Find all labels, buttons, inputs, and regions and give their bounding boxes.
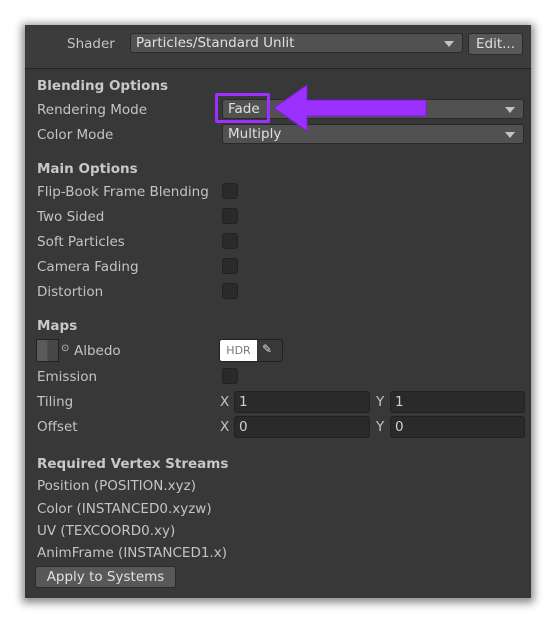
material-inspector: Shader Particles/Standard Unlit Edit... … — [25, 25, 531, 598]
edit-shader-button[interactable]: Edit... — [468, 33, 523, 55]
tiling-x-label: X — [220, 394, 230, 410]
apply-to-systems-button[interactable]: Apply to Systems — [35, 566, 176, 588]
albedo-color-field[interactable]: HDR ✎ — [219, 339, 283, 362]
offset-label: Offset — [37, 419, 78, 435]
shader-header: Shader Particles/Standard Unlit Edit... — [25, 25, 531, 69]
offset-y-label: Y — [376, 419, 385, 435]
camera-fading-checkbox[interactable] — [222, 258, 238, 274]
flip-book-checkbox[interactable] — [222, 183, 238, 199]
vertex-stream-item: Color (INSTANCED0.xyzw) — [37, 501, 212, 517]
color-mode-label: Color Mode — [37, 127, 114, 143]
offset-y-input[interactable]: 0 — [390, 416, 525, 438]
rendering-mode-label: Rendering Mode — [37, 102, 148, 118]
tiling-label: Tiling — [37, 394, 74, 410]
shader-value: Particles/Standard Unlit — [136, 35, 295, 51]
eyedropper-icon[interactable]: ✎ — [262, 342, 272, 356]
flip-book-label: Flip-Book Frame Blending — [37, 184, 209, 200]
soft-particles-checkbox[interactable] — [222, 233, 238, 249]
two-sided-label: Two Sided — [37, 209, 105, 225]
hdr-label: HDR — [220, 340, 257, 361]
distortion-checkbox[interactable] — [222, 283, 238, 299]
vertex-stream-item: Position (POSITION.xyz) — [37, 478, 197, 494]
shader-dropdown[interactable]: Particles/Standard Unlit — [130, 33, 463, 53]
vertex-stream-item: AnimFrame (INSTANCED1.x) — [37, 545, 227, 561]
maps-title: Maps — [37, 318, 78, 334]
tiling-x-input[interactable]: 1 — [234, 391, 370, 413]
vertex-stream-item: UV (TEXCOORD0.xy) — [37, 523, 176, 539]
albedo-texture-slot[interactable] — [36, 339, 59, 362]
soft-particles-label: Soft Particles — [37, 234, 125, 250]
tiling-y-label: Y — [376, 394, 385, 410]
offset-x-input[interactable]: 0 — [234, 416, 370, 438]
tiling-y-input[interactable]: 1 — [390, 391, 525, 413]
two-sided-checkbox[interactable] — [222, 208, 238, 224]
highlight-box — [215, 93, 270, 123]
vertex-streams-title: Required Vertex Streams — [37, 456, 229, 472]
chevron-down-icon — [505, 107, 515, 113]
blending-options-title: Blending Options — [37, 78, 169, 94]
arrow-left-icon — [273, 84, 427, 132]
eyedropper-small-icon: ⊙ — [61, 343, 70, 354]
albedo-label: Albedo — [74, 343, 121, 359]
chevron-down-icon — [505, 132, 515, 138]
offset-x-label: X — [220, 419, 230, 435]
shader-label: Shader — [67, 36, 115, 52]
emission-checkbox[interactable] — [222, 368, 238, 384]
camera-fading-label: Camera Fading — [37, 259, 139, 275]
main-options-title: Main Options — [37, 161, 138, 177]
emission-label: Emission — [37, 369, 98, 385]
chevron-down-icon — [444, 41, 454, 47]
distortion-label: Distortion — [37, 284, 104, 300]
